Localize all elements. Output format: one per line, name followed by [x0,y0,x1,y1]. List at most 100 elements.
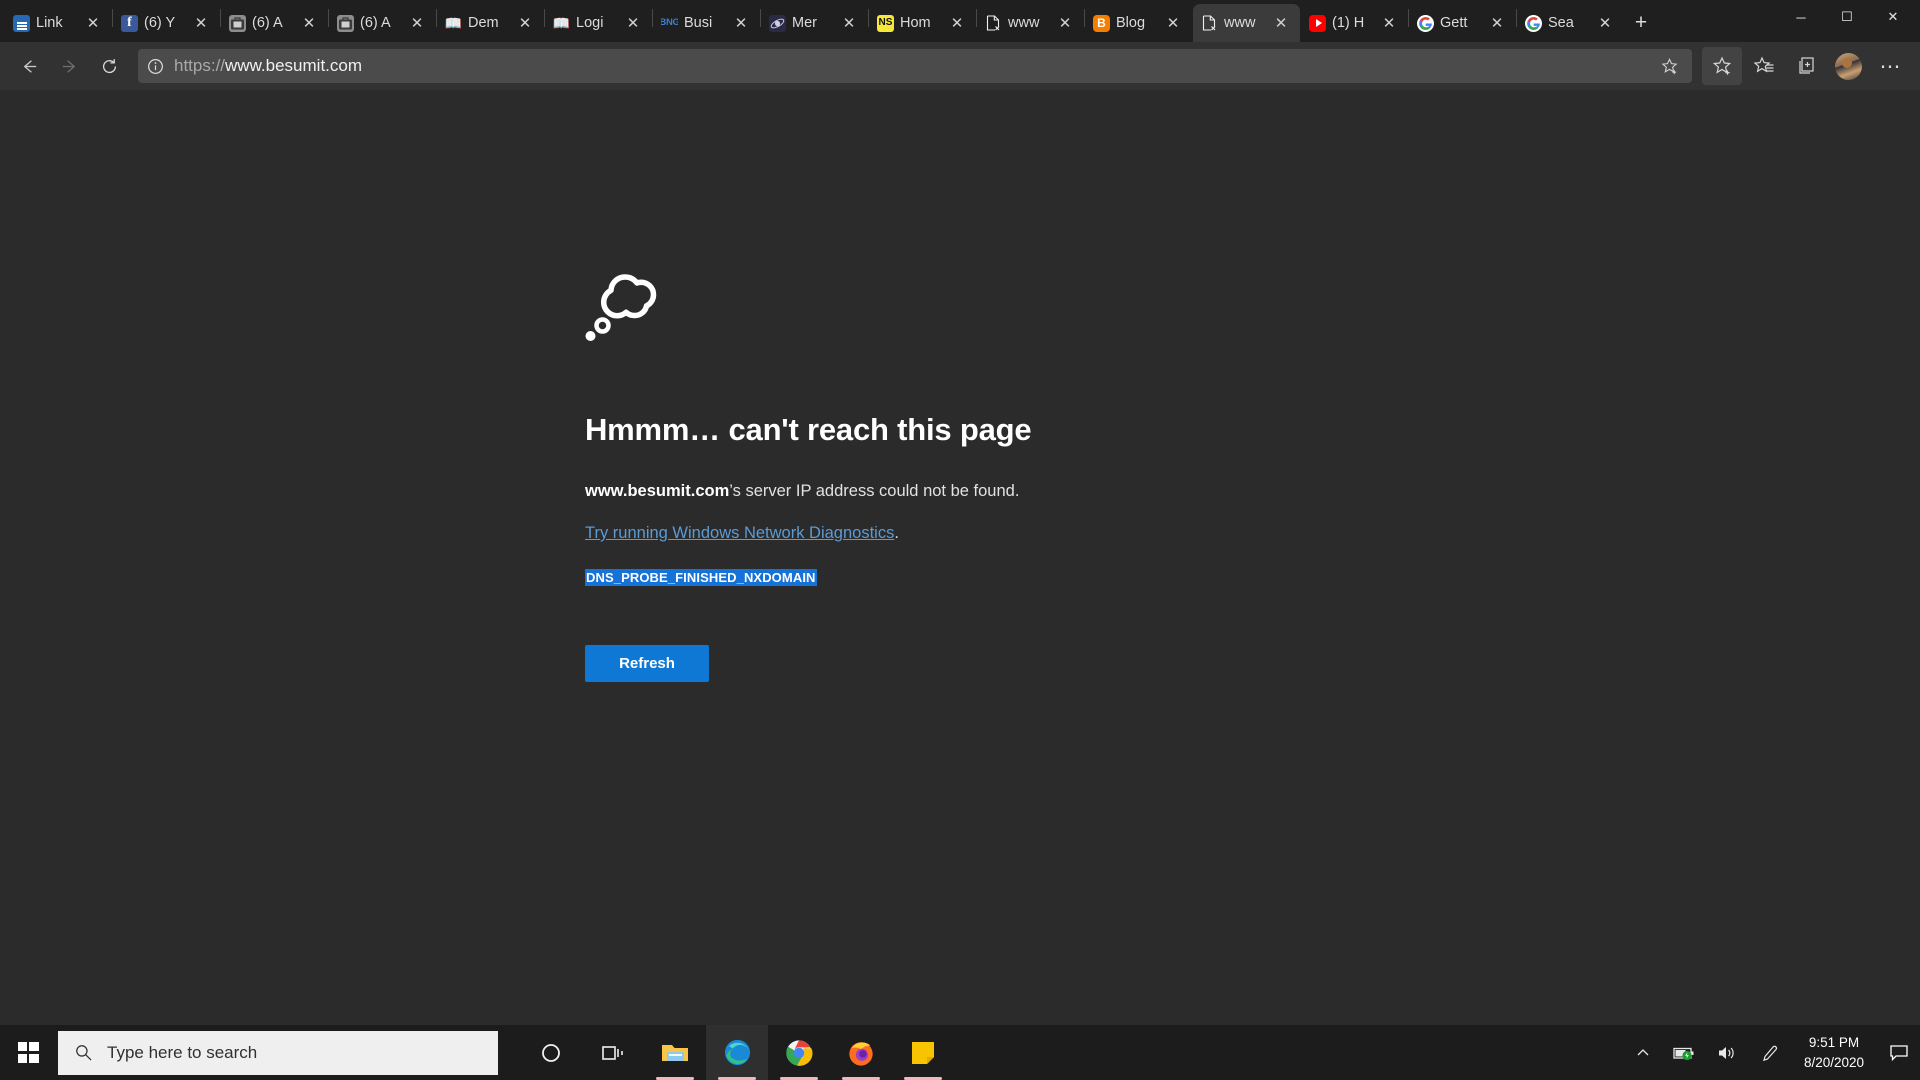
new-tab-button[interactable]: + [1624,8,1658,38]
reload-button[interactable] [90,47,128,85]
tab-close-button[interactable]: ✕ [514,12,536,34]
browser-tab[interactable]: BNG Busi ✕ [653,4,760,42]
file-explorer-icon [662,1044,688,1061]
forward-button[interactable] [50,47,88,85]
favorites-list-button[interactable] [1744,47,1784,85]
tab-title: Logi [576,15,604,31]
refresh-button[interactable]: Refresh [585,645,709,682]
address-bar[interactable]: https://www.besumit.com [138,49,1692,83]
window-close-button[interactable]: ✕ [1870,0,1916,34]
battery-status-icon[interactable] [1664,1025,1706,1080]
tab-close-button[interactable]: ✕ [1594,12,1616,34]
show-hidden-icons-button[interactable] [1622,1025,1664,1080]
profile-button[interactable] [1828,47,1868,85]
tab-close-button[interactable]: ✕ [82,12,104,34]
volume-icon[interactable] [1706,1025,1748,1080]
start-button[interactable] [0,1025,56,1080]
network-diagnostics-link[interactable]: Try running Windows Network Diagnostics [585,524,894,542]
error-host: www.besumit.com [585,482,730,500]
tabs-container: Link ✕ f (6) Y ✕ (6) A ✕ (6) A ✕ 📖 Dem ✕ 📖 Logi ✕ BNG Bu… [4,4,1624,42]
reload-icon [102,58,116,73]
tab-close-button[interactable]: ✕ [298,12,320,34]
taskbar-item-google-chrome[interactable] [768,1025,830,1080]
tab-title: Dem [468,15,499,31]
taskbar-clock[interactable]: 9:51 PM 8/20/2020 [1790,1025,1878,1080]
tab-title: Link [36,15,63,31]
mozilla-firefox-icon [849,1041,873,1066]
tab-title: Busi [684,15,713,31]
back-button[interactable] [10,47,48,85]
browser-tab[interactable]: www ✕ [1193,4,1300,42]
bing-icon: BNG [661,17,678,29]
youtube-icon [1309,14,1326,32]
search-icon [76,1045,92,1061]
tab-close-button[interactable]: ✕ [1378,12,1400,34]
browser-tab[interactable]: (6) A ✕ [221,4,328,42]
tab-close-button[interactable]: ✕ [730,12,752,34]
taskbar-item-microsoft-edge[interactable] [706,1025,768,1080]
page-content: Hmmm… can't reach this page www.besumit.… [0,90,1920,1025]
settings-and-more-button[interactable]: ⋯ [1870,47,1910,85]
error-description-rest: ’s server IP address could not be found. [729,482,1020,500]
collections-button[interactable] [1786,47,1826,85]
tab-close-button[interactable]: ✕ [946,12,968,34]
taskbar-item-cortana[interactable] [520,1025,582,1080]
star-plus-icon [1661,57,1677,74]
page-title: Hmmm… can't reach this page [585,412,1032,447]
taskbar-item-file-explorer[interactable] [644,1025,706,1080]
tab-close-button[interactable]: ✕ [1270,12,1292,34]
browser-tab[interactable]: (6) A ✕ [329,4,436,42]
browser-tab[interactable]: Mer ✕ [761,4,868,42]
action-center-button[interactable] [1878,1025,1920,1080]
site-info-icon[interactable] [146,57,165,76]
error-panel: Hmmm… can't reach this page www.besumit.… [585,260,1345,682]
tab-close-button[interactable]: ✕ [622,12,644,34]
tab-close-button[interactable]: ✕ [838,12,860,34]
tab-close-button[interactable]: ✕ [1162,12,1184,34]
google-chrome-icon [786,1039,813,1066]
browser-tab[interactable]: Sea ✕ [1517,4,1624,42]
clock-time: 9:51 PM [1808,1034,1860,1050]
taskbar-item-task-view[interactable] [582,1025,644,1080]
clock-date: 8/20/2020 [1803,1054,1864,1070]
minimize-button[interactable]: ─ [1778,0,1824,34]
browser-tab[interactable]: 📖 Logi ✕ [545,4,652,42]
taskbar-item-mozilla-firefox[interactable] [830,1025,892,1080]
favorites-add-button[interactable] [1702,47,1742,85]
tab-title: Hom [900,15,931,31]
add-favorite-icon[interactable] [1654,57,1684,76]
browser-tab[interactable]: NS Hom ✕ [869,4,976,42]
tab-close-button[interactable]: ✕ [1486,12,1508,34]
windows-taskbar: Type here to search 9:51 PM 8/20/2020 [0,1025,1920,1080]
ns-icon: NS [877,14,894,32]
tab-title: Sea [1548,15,1574,31]
browser-tab[interactable]: Gett ✕ [1409,4,1516,42]
system-tray: 9:51 PM 8/20/2020 [1622,1025,1920,1080]
chevron-up-icon [1637,1048,1649,1055]
tab-title: (6) A [360,15,391,31]
maximize-button[interactable]: ☐ [1824,0,1870,34]
browser-tab[interactable]: (1) H ✕ [1301,4,1408,42]
google-icon [1525,14,1542,32]
tab-title: (1) H [1332,15,1365,31]
taskbar-search-box[interactable]: Type here to search [58,1030,498,1075]
cortana-icon [542,1043,560,1062]
browser-tab[interactable]: www ✕ [977,4,1084,42]
thought-cloud-illustration [585,260,1345,350]
browser-tab[interactable]: B Blog ✕ [1085,4,1192,42]
browser-tab[interactable]: f (6) Y ✕ [113,4,220,42]
tab-close-button[interactable]: ✕ [190,12,212,34]
sticky-notes-icon [912,1041,934,1064]
tab-close-button[interactable]: ✕ [406,12,428,34]
tab-close-button[interactable]: ✕ [1054,12,1076,34]
browser-tab[interactable]: Link ✕ [5,4,112,42]
star-list-icon [1753,56,1774,73]
actions-row: Refresh [585,645,1345,682]
pen-workspace-icon[interactable] [1748,1025,1790,1080]
star-add-icon [1712,56,1732,75]
address-bar-text[interactable]: https://www.besumit.com [174,56,362,76]
taskbar-item-sticky-notes[interactable] [892,1025,954,1080]
url-host: www.besumit.com [225,56,363,75]
tab-title: Blog [1116,15,1146,31]
browser-tab[interactable]: 📖 Dem ✕ [437,4,544,42]
